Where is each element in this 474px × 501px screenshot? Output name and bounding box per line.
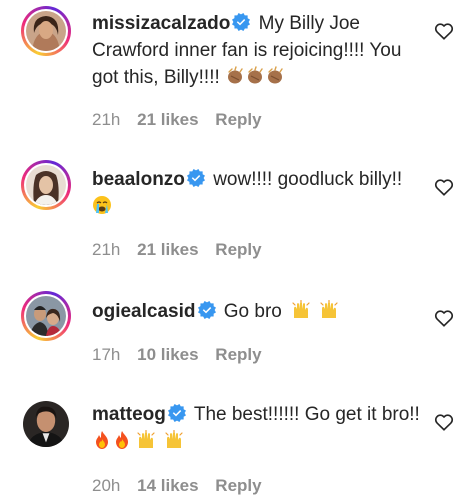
like-heart-icon[interactable]: [434, 22, 454, 40]
like-heart-icon[interactable]: [434, 413, 454, 431]
comment-meta: 20h 14 likes Reply: [92, 476, 274, 496]
loudly-crying-face-emoji-icon: [92, 195, 112, 223]
profile-photo-icon: [23, 401, 69, 447]
avatar[interactable]: [23, 401, 69, 447]
verified-badge-icon: [198, 301, 216, 319]
comment-likes[interactable]: 21 likes: [137, 110, 198, 129]
comment-username[interactable]: ogiealcasid: [92, 301, 196, 322]
like-heart-icon[interactable]: [434, 309, 454, 327]
comment-time: 21h: [92, 240, 121, 259]
verified-badge-icon: [232, 13, 250, 31]
avatar[interactable]: [21, 6, 71, 56]
clapping-hands-emoji-icon: [225, 66, 285, 94]
reply-button[interactable]: Reply: [215, 110, 261, 129]
comment-text: The best!!!!!! Go get it bro!!: [193, 404, 420, 425]
comment-time: 21h: [92, 110, 121, 129]
fire-and-raising-hands-emoji-icon: [92, 430, 188, 458]
comment-likes[interactable]: 14 likes: [137, 476, 198, 495]
comment-body: matteog The best!!!!!! Go get it bro!!: [92, 401, 422, 458]
raising-hands-emoji-icon: [287, 300, 343, 328]
comment-likes[interactable]: 21 likes: [137, 240, 198, 259]
profile-photo-icon: [26, 296, 66, 336]
comment-time: 17h: [92, 345, 121, 364]
verified-badge-icon: [168, 404, 186, 422]
verified-badge-icon: [187, 169, 205, 187]
reply-button[interactable]: Reply: [215, 476, 261, 495]
comment-meta: 21h 21 likes Reply: [92, 110, 274, 130]
comment-text: wow!!!! goodluck billy!!: [213, 169, 403, 190]
comment-body: ogiealcasid Go bro: [92, 298, 422, 328]
comment-body: beaalonzo wow!!!! goodluck billy!!: [92, 166, 422, 223]
avatar[interactable]: [21, 291, 71, 341]
profile-photo-icon: [26, 165, 66, 205]
comment-text: Go bro: [223, 301, 282, 322]
comment-username[interactable]: missizacalzado: [92, 13, 230, 34]
comment-meta: 17h 10 likes Reply: [92, 345, 274, 365]
profile-photo-icon: [26, 11, 66, 51]
comment-likes[interactable]: 10 likes: [137, 345, 198, 364]
reply-button[interactable]: Reply: [215, 240, 261, 259]
like-heart-icon[interactable]: [434, 178, 454, 196]
comment-username[interactable]: matteog: [92, 404, 166, 425]
comment-username[interactable]: beaalonzo: [92, 169, 185, 190]
comment-meta: 21h 21 likes Reply: [92, 240, 274, 260]
comment-time: 20h: [92, 476, 121, 495]
avatar[interactable]: [21, 160, 71, 210]
reply-button[interactable]: Reply: [215, 345, 261, 364]
comment-body: missizacalzado My Billy Joe Crawford inn…: [92, 10, 422, 94]
